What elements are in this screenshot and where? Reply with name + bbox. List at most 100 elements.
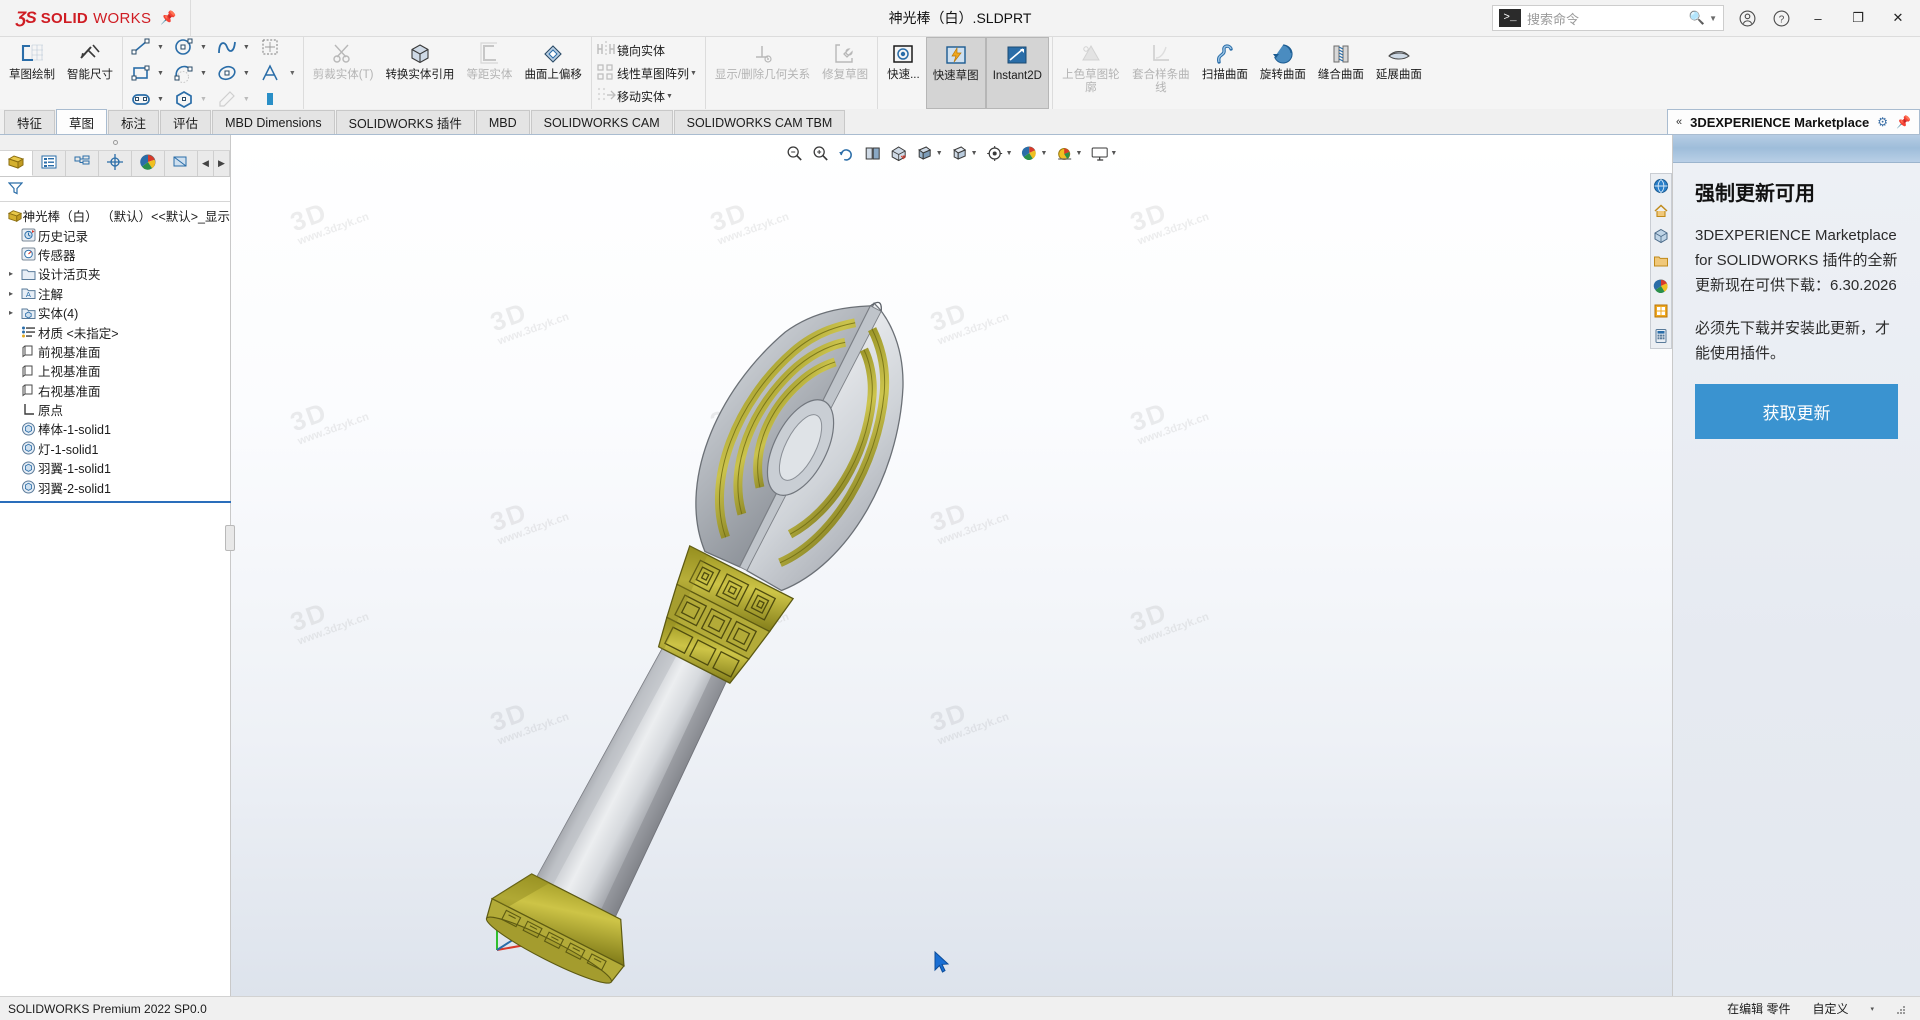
marketplace-panel-header[interactable]: « 3DEXPERIENCE Marketplace ⚙ 📌: [1666, 109, 1920, 134]
linear-pattern-dropdown-caret[interactable]: ▼: [689, 70, 702, 77]
expand-arrow[interactable]: ▸: [4, 269, 18, 278]
tab-evaluate[interactable]: 评估: [160, 110, 212, 134]
display-style-caret[interactable]: ▼: [936, 150, 943, 157]
view-heads-up-toolbar[interactable]: ▼ ▼ ▼ ▼ ▼ ▼: [783, 141, 1121, 165]
expand-arrow[interactable]: ▸: [4, 289, 18, 298]
move-entities-row[interactable]: 移动实体 ▼: [595, 85, 702, 108]
pin-icon[interactable]: 📌: [160, 10, 176, 26]
cam-feature-tree-tab[interactable]: [165, 151, 198, 176]
circle-button[interactable]: [169, 34, 199, 60]
feature-manager-tabs-next[interactable]: ▶: [214, 151, 230, 176]
spline-dropdown-caret[interactable]: ▼: [242, 44, 255, 51]
dimxpert-manager-tab[interactable]: [99, 151, 132, 176]
search-icon[interactable]: 🔍: [1685, 10, 1709, 26]
section-view-icon[interactable]: [861, 142, 885, 164]
tree-item-right-plane[interactable]: 右视基准面: [2, 381, 230, 400]
help-icon[interactable]: ?: [1764, 0, 1798, 37]
repair-sketch-button[interactable]: 修复草图: [816, 37, 874, 109]
expand-arrow[interactable]: ▸: [4, 308, 18, 317]
move-entities-dropdown-caret[interactable]: ▼: [665, 93, 678, 100]
configuration-manager-tab[interactable]: [66, 151, 99, 176]
line-button[interactable]: [126, 34, 156, 60]
calculator-icon[interactable]: [1652, 327, 1670, 345]
arc-dropdown-caret[interactable]: ▼: [199, 70, 212, 77]
tree-item-sensors[interactable]: 传感器: [2, 245, 230, 264]
fit-spline-button[interactable]: 套合样条曲线: [1126, 37, 1196, 109]
sketch-entities-expand-caret[interactable]: ▼: [285, 37, 300, 109]
tab-markup[interactable]: 标注: [108, 110, 160, 134]
trim-entities-button[interactable]: 剪裁实体(T): [307, 37, 380, 109]
quick-snaps-button[interactable]: 快速...: [881, 37, 926, 109]
tab-mbd[interactable]: MBD: [475, 110, 530, 134]
user-account-icon[interactable]: [1730, 0, 1764, 37]
3d-model-view[interactable]: [231, 253, 1321, 996]
property-manager-tab[interactable]: [33, 151, 66, 176]
collaborative-tasks-icon[interactable]: [1652, 252, 1670, 270]
zoom-to-area-icon[interactable]: [809, 142, 833, 164]
zoom-to-fit-icon[interactable]: [783, 142, 807, 164]
extend-surface-button[interactable]: 延展曲面: [1370, 37, 1428, 109]
display-delete-relations-button[interactable]: 显示/删除几何关系: [709, 37, 816, 109]
feature-tree[interactable]: 神光棒（白） （默认）<<默认>_显示 历史记录 传感器 ▸ 设计活页夹 ▸ A…: [0, 202, 231, 996]
tree-item-history[interactable]: 历史记录: [2, 225, 230, 244]
solidworks-logo[interactable]: ƷS SOLID WORKS 📌: [0, 0, 190, 37]
smart-dimension-button[interactable]: 智能尺寸: [61, 37, 119, 109]
swept-surface-button[interactable]: 扫描曲面: [1196, 37, 1254, 109]
restore-button[interactable]: ❐: [1838, 0, 1878, 37]
linear-sketch-pattern-row[interactable]: 线性草图阵列 ▼: [595, 62, 702, 85]
tree-item-front-plane[interactable]: 前视基准面: [2, 342, 230, 361]
marketplace-icon[interactable]: [1652, 302, 1670, 320]
home-icon[interactable]: [1652, 202, 1670, 220]
search-input[interactable]: 搜索命令: [1527, 9, 1685, 28]
rectangle-button[interactable]: [126, 60, 156, 86]
appearance-icon[interactable]: [1652, 277, 1670, 295]
tab-solidworks-cam[interactable]: SOLIDWORKS CAM: [530, 110, 673, 134]
tree-item-body-3[interactable]: 羽翼-1-solid1: [2, 458, 230, 477]
feature-manager-splitter[interactable]: [0, 135, 230, 151]
point-dropdown-caret[interactable]: ▼: [242, 96, 255, 103]
view-settings-caret[interactable]: ▼: [1006, 150, 1013, 157]
convert-entities-button[interactable]: 转换实体引用: [379, 37, 460, 109]
pin-icon[interactable]: 📌: [1896, 115, 1911, 129]
tree-item-origin[interactable]: 原点: [2, 400, 230, 419]
chevron-down-icon[interactable]: ▼: [1709, 14, 1723, 23]
tree-item-body-4[interactable]: 羽翼-2-solid1: [2, 477, 230, 496]
view-orientation-icon[interactable]: [887, 142, 911, 164]
edit-appearance-icon[interactable]: [1018, 142, 1042, 164]
viewport-icon[interactable]: [1087, 142, 1111, 164]
knit-surface-button[interactable]: 缝合曲面: [1312, 37, 1370, 109]
resize-grip-icon[interactable]: [1896, 1004, 1906, 1014]
apply-scene-caret[interactable]: ▼: [1075, 150, 1082, 157]
hide-show-items-icon[interactable]: [948, 142, 972, 164]
tab-solidworks-addins[interactable]: SOLIDWORKS 插件: [335, 110, 475, 134]
tree-item-solid-bodies[interactable]: ▸ 实体(4): [2, 303, 230, 322]
minimize-button[interactable]: –: [1798, 0, 1838, 37]
feature-manager-tree-tab[interactable]: [0, 151, 33, 176]
instant2d-button[interactable]: Instant2D: [985, 37, 1049, 109]
shaded-sketch-contours-button[interactable]: 上色草图轮廓: [1056, 37, 1126, 109]
chevron-left-double-icon[interactable]: «: [1676, 116, 1682, 128]
mirror-entities-row[interactable]: 镜向实体: [595, 39, 702, 62]
3dexperience-globe-icon[interactable]: [1652, 177, 1670, 195]
offset-entities-button[interactable]: 等距实体: [460, 37, 518, 109]
sketch-button[interactable]: 草图绘制: [3, 37, 61, 109]
previous-view-icon[interactable]: [835, 142, 859, 164]
offset-on-surface-button[interactable]: 曲面上偏移: [518, 37, 588, 109]
display-manager-tab[interactable]: [132, 151, 165, 176]
display-style-icon[interactable]: [913, 142, 937, 164]
graphics-area[interactable]: 3D www.3dzyk.cn 3D www.3dzyk.cn 3D www.3dzy…: [231, 135, 1672, 996]
sketch-pattern-button[interactable]: [255, 34, 285, 60]
tree-item-annotations[interactable]: ▸ A 注解: [2, 284, 230, 303]
search-command-box[interactable]: >_ 搜索命令 🔍 ▼: [1492, 5, 1724, 31]
rectangle-dropdown-caret[interactable]: ▼: [156, 70, 169, 77]
hide-show-caret[interactable]: ▼: [971, 150, 978, 157]
tab-mbd-dimensions[interactable]: MBD Dimensions: [212, 110, 335, 134]
tab-solidworks-cam-tbm[interactable]: SOLIDWORKS CAM TBM: [673, 110, 846, 134]
3dexperience-dock[interactable]: [1650, 173, 1672, 349]
edit-appearance-caret[interactable]: ▼: [1041, 150, 1048, 157]
viewport-caret[interactable]: ▼: [1110, 150, 1117, 157]
tree-item-top-plane[interactable]: 上视基准面: [2, 361, 230, 380]
tree-item-material[interactable]: 材质 <未指定>: [2, 322, 230, 341]
ellipse-dropdown-caret[interactable]: ▼: [242, 70, 255, 77]
my-roles-icon[interactable]: [1652, 227, 1670, 245]
